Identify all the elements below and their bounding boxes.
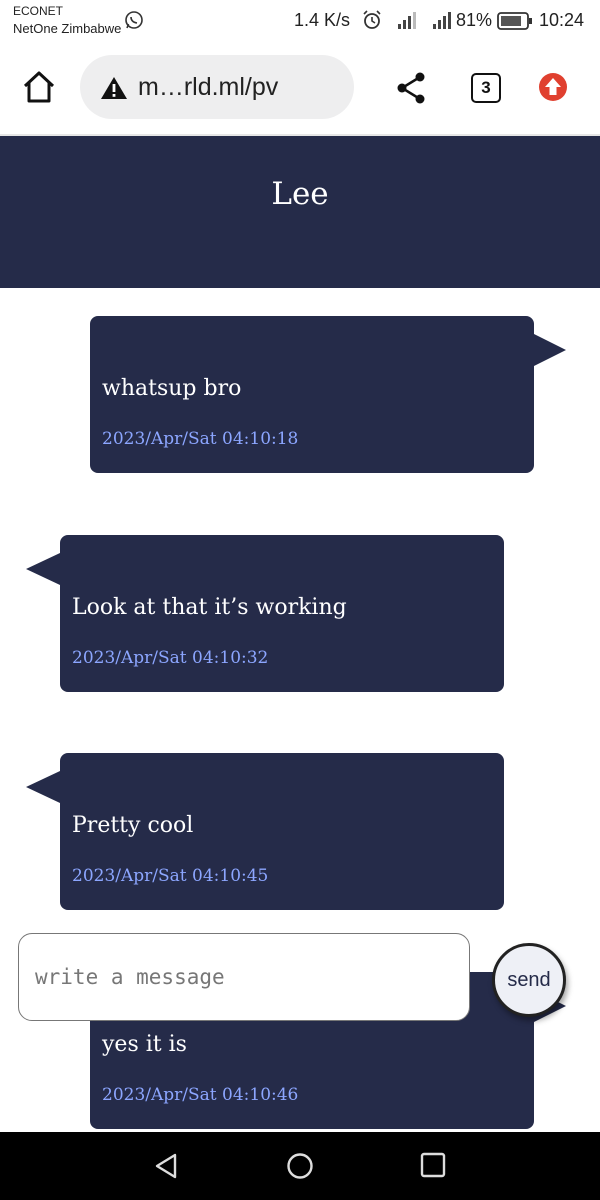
battery-icon	[497, 12, 532, 30]
bubble-tail	[26, 553, 60, 585]
message-bubble-sent: whatsup bro 2023/Apr/Sat 04:10:18	[90, 316, 566, 473]
message-text: Look at that it’s working	[72, 595, 347, 620]
battery-percent: 81%	[456, 10, 493, 30]
back-icon[interactable]	[153, 1152, 181, 1180]
tab-switcher-button[interactable]: 3	[471, 73, 501, 103]
message-bubble-received: Pretty cool 2023/Apr/Sat 04:10:45	[26, 753, 504, 910]
carrier-secondary: NetOne Zimbabwe	[13, 21, 122, 36]
home-circle-icon[interactable]	[286, 1152, 314, 1180]
message-timestamp: 2023/Apr/Sat 04:10:18	[102, 429, 299, 449]
message-text: whatsup bro	[102, 376, 242, 401]
message-input[interactable]	[18, 933, 470, 1021]
chat-header: Lee	[0, 136, 600, 288]
url-text: m…rld.ml/pv	[138, 73, 279, 101]
signal-icon	[433, 12, 451, 29]
share-icon[interactable]	[396, 72, 426, 104]
message-timestamp: 2023/Apr/Sat 04:10:46	[102, 1085, 299, 1105]
address-bar[interactable]: m…rld.ml/pv	[80, 55, 354, 119]
net-speed: 1.4 K/s	[294, 10, 351, 30]
signal-icon	[398, 12, 416, 29]
recent-apps-icon[interactable]	[420, 1152, 446, 1178]
browser-toolbar: m…rld.ml/pv 3	[0, 42, 600, 136]
update-icon[interactable]	[538, 72, 568, 102]
contact-name: Lee	[271, 176, 329, 212]
home-icon[interactable]	[22, 70, 56, 104]
clock: 10:24	[539, 10, 585, 30]
system-nav-bar	[0, 1132, 600, 1200]
bubble-tail	[26, 771, 60, 803]
status-bar: ECONET NetOne Zimbabwe 1.4 K/s 81% 10:24	[0, 0, 600, 42]
send-button[interactable]: send	[492, 943, 566, 1017]
message-timestamp: 2023/Apr/Sat 04:10:45	[72, 866, 269, 886]
bubble-tail	[534, 334, 566, 366]
message-bubble-received: Look at that it’s working 2023/Apr/Sat 0…	[26, 535, 504, 692]
carrier-primary: ECONET	[13, 4, 64, 18]
alarm-icon	[363, 10, 381, 29]
whatsapp-icon	[125, 11, 143, 29]
message-text: Pretty cool	[72, 813, 194, 838]
warning-icon	[101, 77, 127, 99]
message-text: yes it is	[102, 1032, 187, 1057]
message-timestamp: 2023/Apr/Sat 04:10:32	[72, 648, 269, 668]
